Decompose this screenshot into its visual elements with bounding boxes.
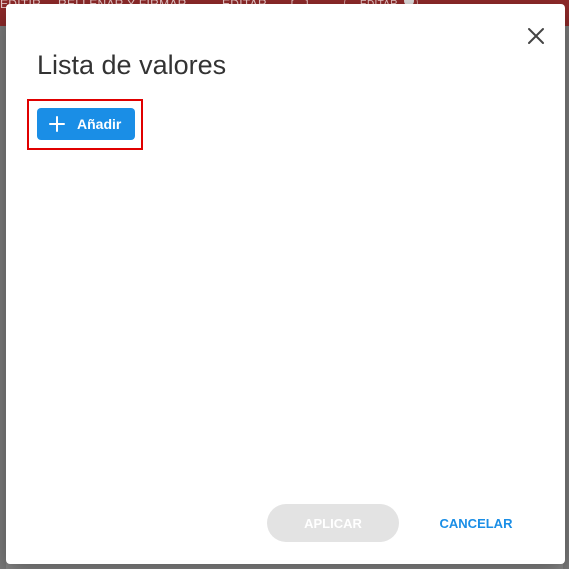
cancel-button-label: CANCELAR (439, 515, 513, 531)
plus-icon (49, 116, 65, 132)
add-button[interactable]: Añadir (37, 108, 135, 140)
dialog-title: Lista de valores (37, 50, 227, 80)
apply-button[interactable]: APLICAR (267, 504, 399, 542)
add-button-label: Añadir (77, 116, 122, 132)
close-icon (528, 28, 544, 44)
value-list-dialog: Lista de valores Añadir APLICAR CANCELAR (6, 4, 565, 564)
close-button[interactable] (524, 24, 548, 48)
cancel-button[interactable]: CANCELAR (426, 504, 526, 542)
apply-button-label: APLICAR (304, 515, 362, 531)
